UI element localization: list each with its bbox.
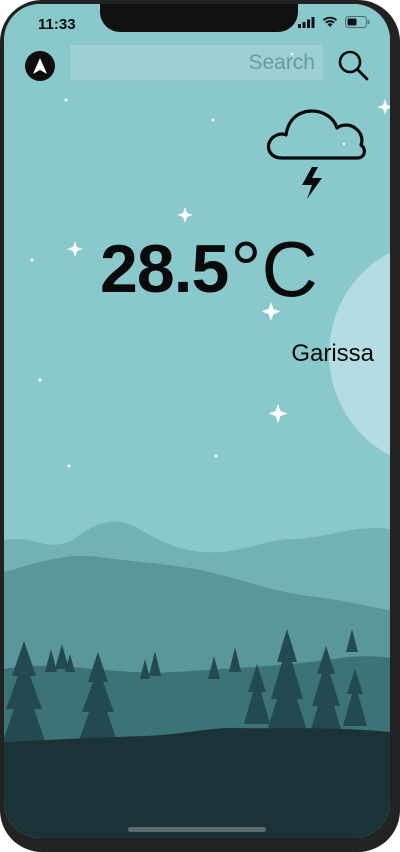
magnifier-icon[interactable]: [336, 48, 370, 82]
thunderstorm-cloud-icon: [266, 109, 366, 199]
status-bar: 11:33: [4, 4, 390, 44]
location-button[interactable]: [25, 51, 55, 81]
app-screen: 11:33 Search 28.5 °C Garissa: [4, 4, 390, 838]
temperature-unit: °C: [230, 225, 318, 313]
signal-icon: [298, 16, 315, 28]
status-icons: [298, 16, 370, 28]
temperature-display: 28.5 °C: [100, 230, 318, 308]
search-field[interactable]: [69, 44, 324, 81]
home-indicator[interactable]: [128, 827, 266, 832]
search-input[interactable]: [70, 45, 323, 80]
city-name: Garissa: [291, 340, 374, 367]
navigation-arrow-icon: [33, 58, 47, 74]
status-time: 11:33: [38, 16, 76, 33]
battery-icon: [345, 16, 370, 28]
wifi-icon: [322, 16, 338, 27]
temperature-value: 28.5: [100, 231, 229, 307]
phone-frame: 11:33 Search 28.5 °C Garissa: [0, 0, 400, 852]
foreground-ground: [4, 727, 390, 838]
